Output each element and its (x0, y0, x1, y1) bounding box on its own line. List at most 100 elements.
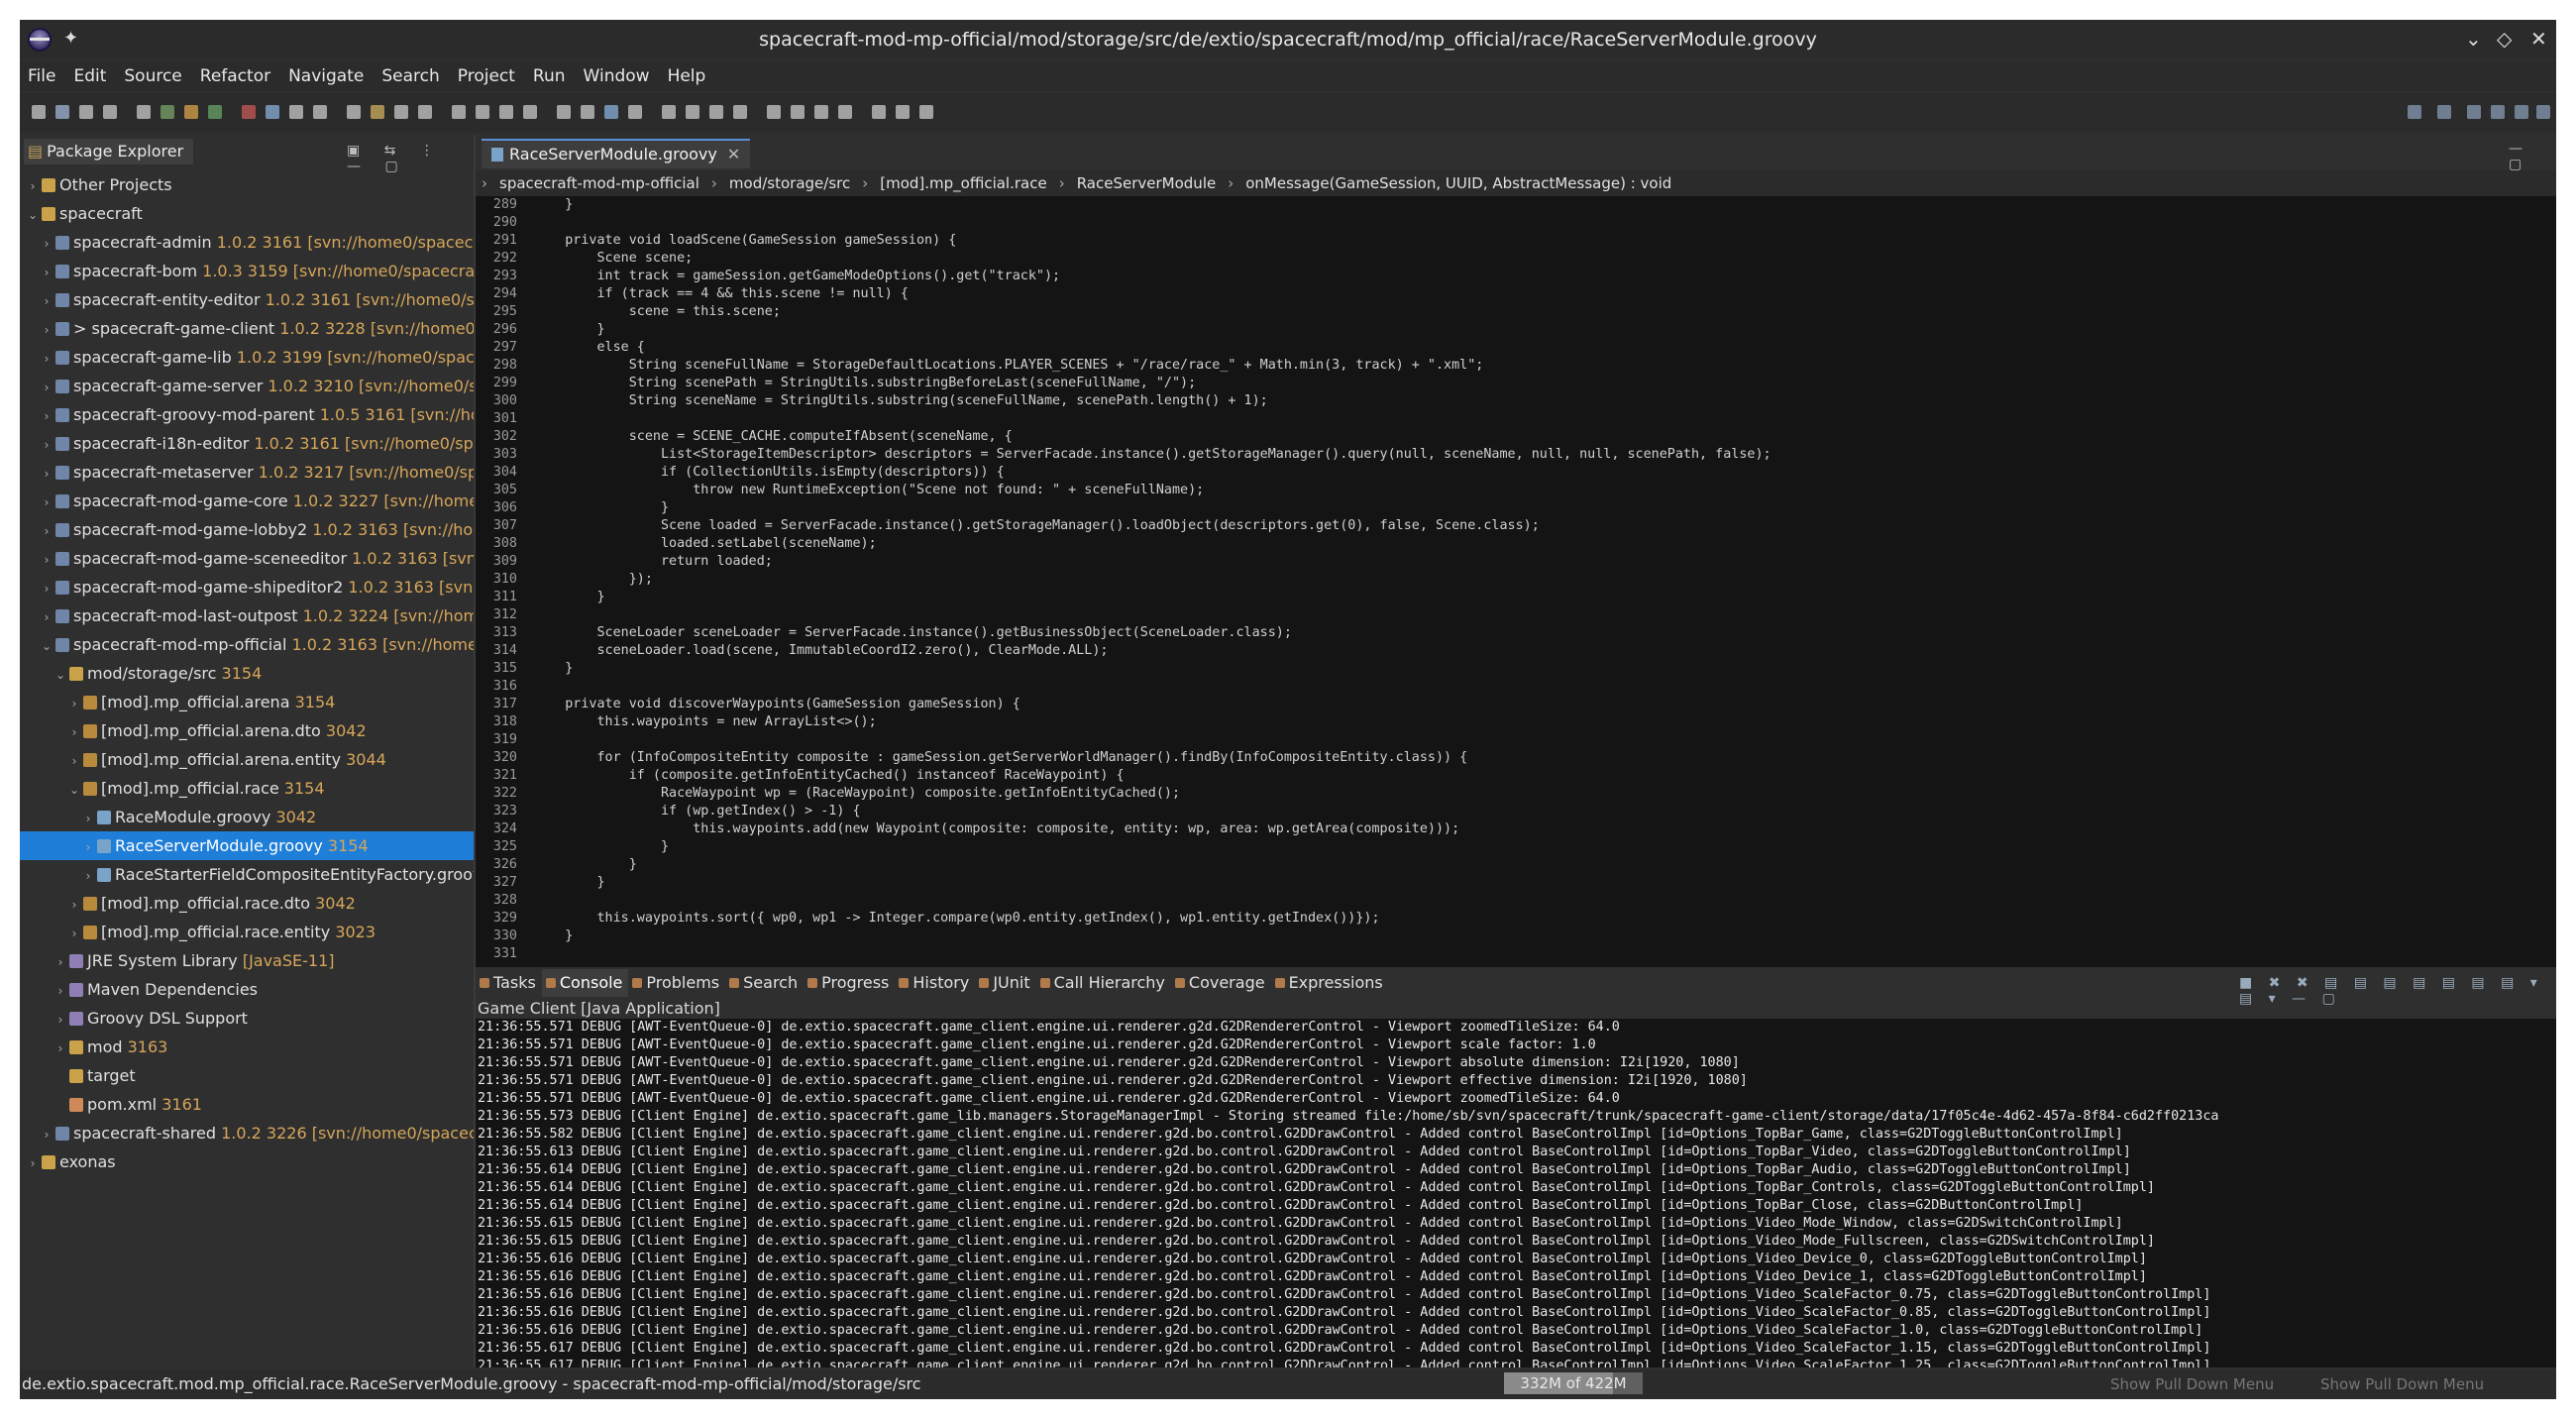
tree-item[interactable]: › [mod].mp_official.arena 3154 (20, 688, 474, 716)
tree-item[interactable]: › RaceStarterFieldCompositeEntityFactory.… (20, 860, 474, 889)
code-area[interactable]: 289 } 290 291 private void loadScene(GameS… (476, 196, 2556, 967)
tree-item[interactable]: › spacecraft-mod-last-outpost 1.0.2 3224 … (20, 601, 474, 630)
collapsed-arrow-icon[interactable]: › (67, 891, 81, 918)
toolbar-button-icon[interactable] (452, 105, 466, 119)
console-tab-junit[interactable]: JUnit (975, 969, 1035, 997)
toolbar-button-icon[interactable] (557, 105, 571, 119)
console-tab-history[interactable]: History (895, 969, 975, 997)
tree-item[interactable]: › [mod].mp_official.race.dto 3042 (20, 889, 474, 918)
toolbar-button-icon[interactable] (662, 105, 676, 119)
collapsed-arrow-icon[interactable]: › (67, 920, 81, 946)
menu-project[interactable]: Project (450, 61, 525, 86)
collapsed-arrow-icon[interactable]: › (40, 374, 54, 400)
console-tab-call-hierarchy[interactable]: Call Hierarchy (1036, 969, 1171, 997)
collapsed-arrow-icon[interactable]: › (40, 1121, 54, 1147)
collapsed-arrow-icon[interactable]: › (67, 690, 81, 716)
toolbar-button-icon[interactable] (32, 105, 46, 119)
menu-run[interactable]: Run (525, 61, 576, 86)
expanded-arrow-icon[interactable]: ⌄ (67, 776, 81, 803)
menu-search[interactable]: Search (374, 61, 449, 86)
breadcrumb-segment[interactable]: mod/storage/src (729, 174, 850, 192)
console-tab-tasks[interactable]: Tasks (476, 969, 542, 997)
heap-status[interactable]: 332M of 422M (1504, 1372, 1643, 1394)
tree-item[interactable]: › RaceModule.groovy 3042 (20, 803, 474, 831)
toolbar-button-icon[interactable] (919, 105, 933, 119)
toolbar-button-icon[interactable] (371, 105, 384, 119)
collapsed-arrow-icon[interactable]: › (40, 402, 54, 429)
toolbar-button-icon[interactable] (242, 105, 256, 119)
collapsed-arrow-icon[interactable]: › (40, 489, 54, 515)
collapsed-arrow-icon[interactable]: › (67, 718, 81, 745)
breadcrumb-segment[interactable]: [mod].mp_official.race (880, 174, 1046, 192)
expanded-arrow-icon[interactable]: ⌄ (26, 201, 40, 228)
tree-item[interactable]: › JRE System Library [JavaSE-11] (20, 946, 474, 975)
breadcrumb-segment[interactable]: onMessage(GameSession, UUID, AbstractMes… (1245, 174, 1671, 192)
tree-item[interactable]: › spacecraft-mod-game-lobby2 1.0.2 3163 [… (20, 515, 474, 544)
perspective-button-icon[interactable] (2536, 105, 2550, 119)
menu-refactor[interactable]: Refactor (192, 61, 280, 86)
breadcrumb-segment[interactable]: RaceServerModule (1077, 174, 1217, 192)
tree-item[interactable]: › exonas (20, 1147, 474, 1176)
menu-navigate[interactable]: Navigate (280, 61, 374, 86)
toolbar-button-icon[interactable] (686, 105, 699, 119)
tree-item[interactable]: › spacecraft-mod-game-shipeditor2 1.0.2 3… (20, 573, 474, 601)
console-toolbar[interactable]: ■ ✖ ✖ ▤ ▤ ▤ ▤ ▤ ▤ ▤ ▾ ▤ ▾ — ▢ (2239, 975, 2556, 1007)
toolbar-button-icon[interactable] (79, 105, 93, 119)
console-output[interactable]: 21:36:55.571 DEBUG [AWT-EventQueue-0] de… (476, 1019, 2556, 1367)
tree-item[interactable]: › spacecraft-shared 1.0.2 3226 [svn://hom… (20, 1119, 474, 1147)
toolbar-button-icon[interactable] (289, 105, 303, 119)
collapsed-arrow-icon[interactable]: › (40, 460, 54, 487)
collapsed-arrow-icon[interactable]: › (67, 747, 81, 774)
perspective-button-icon[interactable] (2515, 105, 2528, 119)
toolbar-button-icon[interactable] (184, 105, 198, 119)
package-explorer-tab[interactable]: ▤ Package Explorer (24, 139, 194, 164)
tree-item[interactable]: › [mod].mp_official.race.entity 3023 (20, 918, 474, 946)
collapsed-arrow-icon[interactable]: › (40, 287, 54, 314)
collapsed-arrow-icon[interactable]: › (26, 172, 40, 199)
toolbar-button-icon[interactable] (476, 105, 489, 119)
menu-source[interactable]: Source (116, 61, 191, 86)
toolbar-button-icon[interactable] (896, 105, 910, 119)
toolbar-button-icon[interactable] (103, 105, 117, 119)
expanded-arrow-icon[interactable]: ⌄ (54, 661, 67, 688)
maximize-icon[interactable]: ◇ (2497, 27, 2512, 51)
tree-item[interactable]: › spacecraft-mod-game-sceneeditor 1.0.2 3… (20, 544, 474, 573)
collapsed-arrow-icon[interactable]: › (81, 805, 95, 831)
tree-item[interactable]: › spacecraft-game-lib 1.0.2 3199 [svn://h… (20, 343, 474, 372)
breadcrumb-segment[interactable]: spacecraft-mod-mp-official (499, 174, 699, 192)
menu-window[interactable]: Window (576, 61, 660, 86)
collapsed-arrow-icon[interactable]: › (81, 833, 95, 860)
tree-item[interactable]: ⌄ spacecraft-mod-mp-official 1.0.2 3163 [… (20, 630, 474, 659)
breadcrumb-arrow-icon[interactable]: › (482, 174, 487, 192)
console-tab-search[interactable]: Search (725, 969, 804, 997)
tree-item[interactable]: › Maven Dependencies (20, 975, 474, 1004)
collapsed-arrow-icon[interactable]: › (54, 977, 67, 1004)
collapsed-arrow-icon[interactable]: › (40, 575, 54, 601)
collapsed-arrow-icon[interactable]: › (26, 1149, 40, 1176)
close-icon[interactable]: ✕ (2530, 27, 2547, 51)
toolbar-button-icon[interactable] (137, 105, 151, 119)
toolbar-button-icon[interactable] (709, 105, 723, 119)
toolbar-button-icon[interactable] (161, 105, 174, 119)
collapsed-arrow-icon[interactable]: › (40, 546, 54, 573)
collapsed-arrow-icon[interactable]: › (40, 517, 54, 544)
editor-view-buttons[interactable]: — ▢ (2509, 141, 2556, 172)
tree-item[interactable]: › spacecraft-metaserver 1.0.2 3217 [svn:/… (20, 458, 474, 487)
toolbar-button-icon[interactable] (347, 105, 361, 119)
toolbar-button-icon[interactable] (872, 105, 886, 119)
tree-item[interactable]: ⌄ mod/storage/src 3154 (20, 659, 474, 688)
toolbar-button-icon[interactable] (581, 105, 594, 119)
collapsed-arrow-icon[interactable]: › (54, 1006, 67, 1033)
console-tab-progress[interactable]: Progress (804, 969, 895, 997)
tree-item[interactable]: target (20, 1061, 474, 1090)
tree-item[interactable]: › mod 3163 (20, 1033, 474, 1061)
tree-item[interactable]: › spacecraft-bom 1.0.3 3159 [svn://home0/… (20, 257, 474, 285)
tree-item[interactable]: › Other Projects (20, 170, 474, 199)
toolbar-button-icon[interactable] (628, 105, 642, 119)
tree-item[interactable]: › spacecraft-game-server 1.0.2 3210 [svn:… (20, 372, 474, 400)
menu-help[interactable]: Help (660, 61, 716, 86)
tree-item[interactable]: › spacecraft-i18n-editor 1.0.2 3161 [svn:… (20, 429, 474, 458)
pulldown-menu-1[interactable]: Show Pull Down Menu (2110, 1375, 2274, 1393)
toolbar-button-icon[interactable] (313, 105, 327, 119)
perspective-button-icon[interactable] (2491, 105, 2505, 119)
